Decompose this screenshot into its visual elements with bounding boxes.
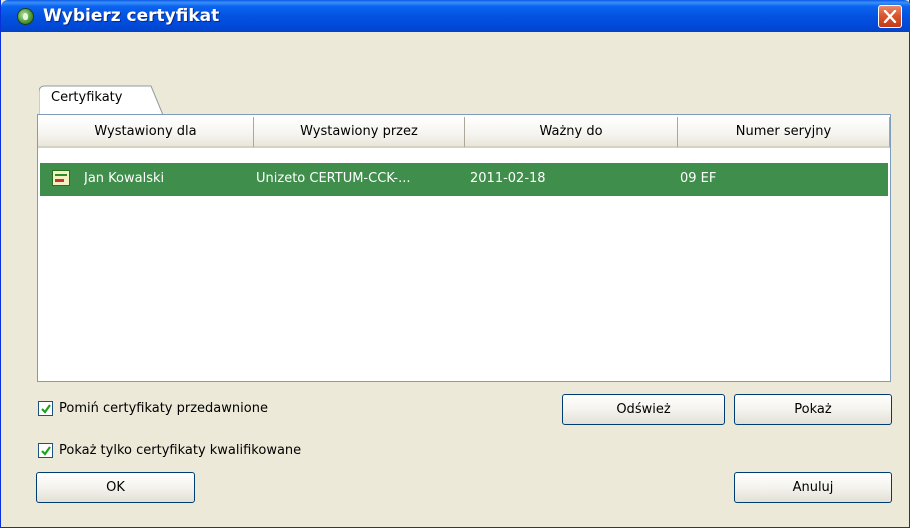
ok-button[interactable]: OK	[36, 472, 195, 503]
close-icon	[883, 10, 897, 23]
cell-serial: 09 EF	[680, 171, 717, 186]
cell-issued-to: Jan Kowalski	[84, 171, 165, 186]
certificate-list[interactable]: Wystawiony dla Wystawiony przez Ważny do…	[37, 114, 891, 382]
certificate-dialog: Wybierz certyfikat Certyfikaty Wystawion…	[0, 0, 910, 528]
refresh-button[interactable]: Odśwież	[562, 394, 725, 425]
column-header-serial[interactable]: Numer seryjny	[678, 117, 890, 148]
column-header-issued-by[interactable]: Wystawiony przez	[254, 117, 465, 148]
table-row[interactable]: Jan Kowalski Unizeto CERTUM-CCK-... 2011…	[40, 163, 888, 196]
window-title: Wybierz certyfikat	[43, 6, 220, 26]
cancel-button[interactable]: Anuluj	[734, 472, 892, 503]
app-icon	[17, 8, 34, 25]
check-icon	[41, 446, 51, 456]
skip-expired-option[interactable]: Pomiń certyfikaty przedawnione	[38, 401, 268, 416]
tab-certyfikaty[interactable]: Certyfikaty	[39, 84, 165, 116]
title-bar[interactable]: Wybierz certyfikat	[1, 0, 910, 32]
close-button[interactable]	[878, 5, 902, 28]
qualified-only-option[interactable]: Pokaż tylko certyfikaty kwalifikowane	[38, 443, 301, 458]
cell-valid-to: 2011-02-18	[470, 171, 546, 186]
skip-expired-label: Pomiń certyfikaty przedawnione	[59, 401, 268, 416]
list-header: Wystawiony dla Wystawiony przez Ważny do…	[38, 117, 890, 148]
column-header-issued-to[interactable]: Wystawiony dla	[38, 117, 254, 148]
qualified-only-label: Pokaż tylko certyfikaty kwalifikowane	[59, 443, 302, 458]
show-button[interactable]: Pokaż	[734, 394, 892, 425]
qualified-only-checkbox[interactable]	[38, 443, 53, 458]
tab-label: Certyfikaty	[51, 90, 123, 105]
check-icon	[41, 404, 51, 414]
certificate-icon	[52, 170, 70, 186]
skip-expired-checkbox[interactable]	[38, 401, 53, 416]
cell-issued-by: Unizeto CERTUM-CCK-...	[256, 171, 411, 186]
column-header-valid-to[interactable]: Ważny do	[465, 117, 678, 148]
